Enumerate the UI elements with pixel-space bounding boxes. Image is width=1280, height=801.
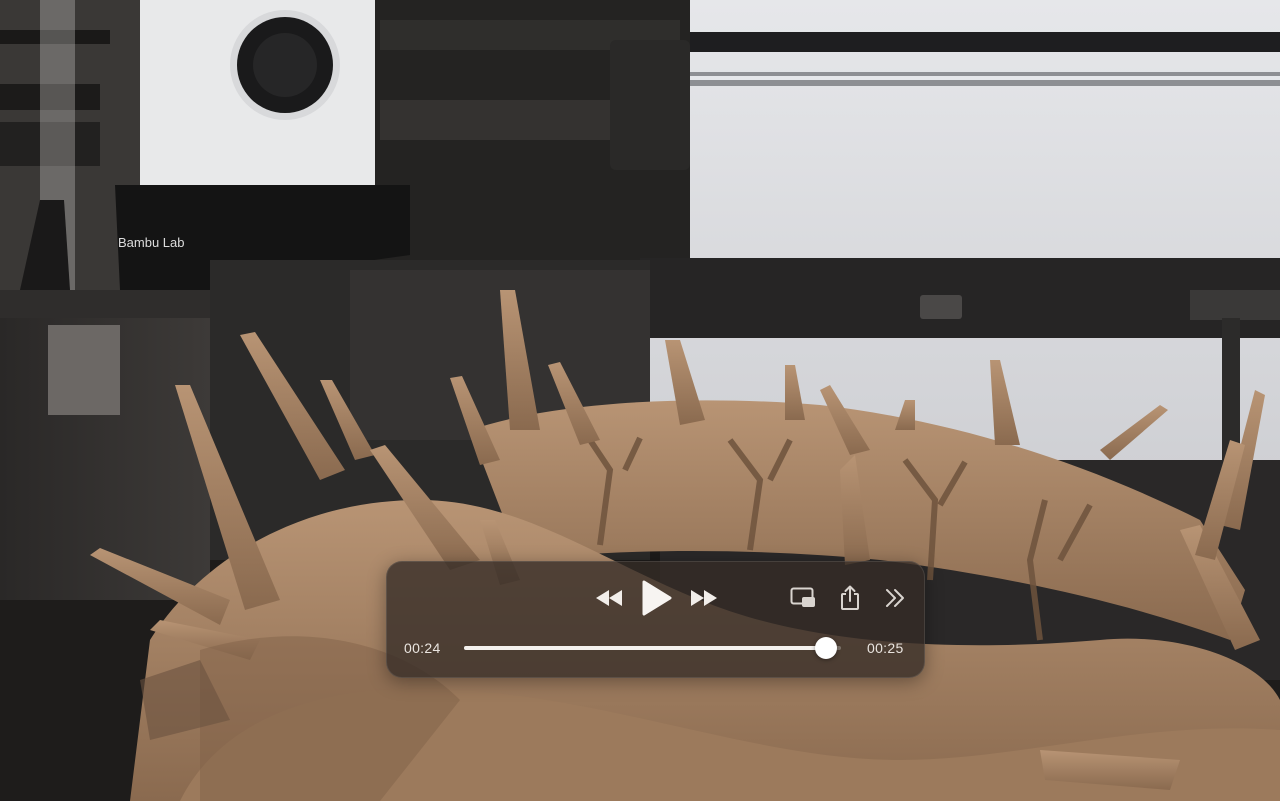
share-button[interactable] <box>837 582 863 614</box>
fast-forward-icon <box>691 590 717 606</box>
elapsed-time: 00:24 <box>404 640 441 656</box>
play-icon <box>642 580 672 616</box>
scrubber-thumb[interactable] <box>814 637 837 659</box>
playback-controls: 00:24 00:25 <box>386 561 925 678</box>
printer-logo: Bambu Lab <box>118 235 185 250</box>
more-controls-button[interactable] <box>882 584 908 612</box>
rewind-icon <box>596 590 622 606</box>
total-time: 00:25 <box>867 640 904 656</box>
play-button[interactable] <box>637 578 677 618</box>
fast-forward-button[interactable] <box>686 584 722 612</box>
video-frame[interactable]: Bambu Lab <box>0 0 1280 801</box>
progress-scrubber[interactable] <box>464 637 841 659</box>
chevron-double-right-icon <box>886 589 904 607</box>
picture-in-picture-button[interactable] <box>787 584 819 612</box>
share-icon <box>841 585 859 610</box>
picture-in-picture-icon <box>790 587 815 607</box>
svg-text:Bambu Lab: Bambu Lab <box>118 235 185 250</box>
progress-fill <box>464 646 826 650</box>
rewind-button[interactable] <box>591 584 627 612</box>
